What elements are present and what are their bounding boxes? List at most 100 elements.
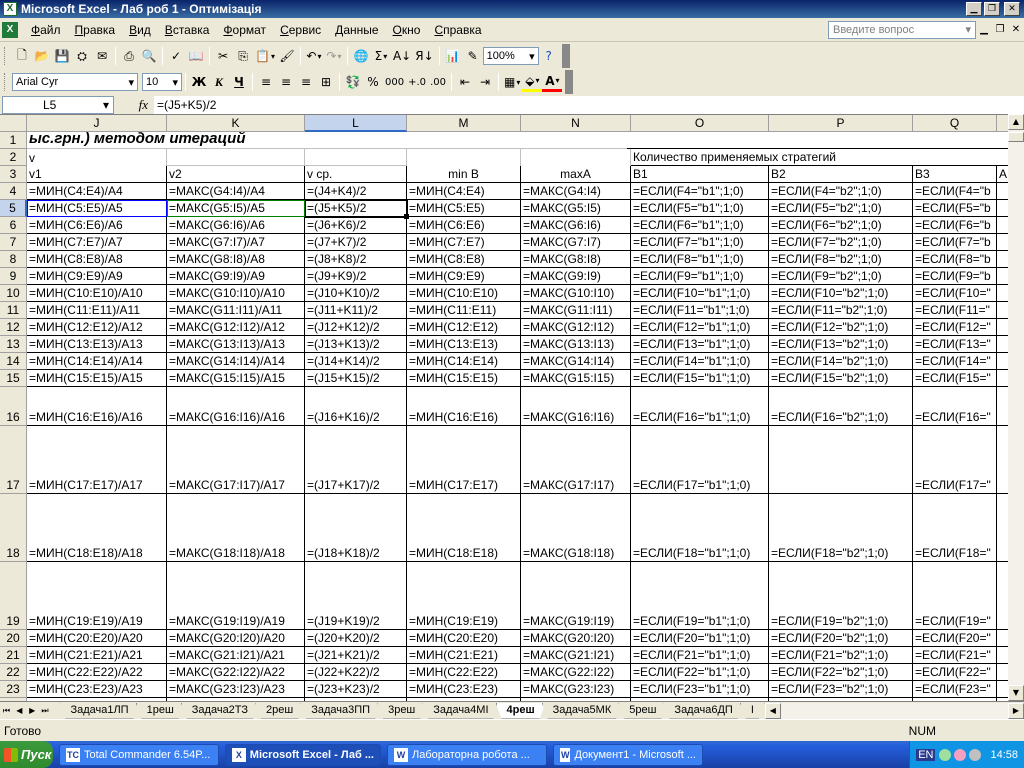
cell-o8[interactable]: =ЕСЛИ(F8="b1";1;0) [631, 251, 769, 268]
cell-p7[interactable]: =ЕСЛИ(F7="b2";1;0) [769, 234, 913, 251]
cell-r14[interactable] [997, 353, 1008, 370]
row-header[interactable]: 18 [0, 494, 27, 562]
open-icon[interactable]: 📂 [32, 46, 52, 66]
cell-j20[interactable]: =МИН(C20:E20)/A20 [27, 630, 167, 647]
close-button[interactable]: ✕ [1004, 2, 1020, 16]
copy-icon[interactable]: ⎘ [233, 46, 253, 66]
toolbar-grip[interactable] [4, 73, 8, 91]
column-header-j[interactable]: J [27, 115, 167, 132]
cell-n15[interactable]: =МАКС(G15:I15) [521, 370, 631, 387]
cell-n4[interactable]: =МАКС(G4:I4) [521, 183, 631, 200]
scroll-down-icon[interactable]: ▼ [1008, 685, 1024, 701]
help-icon[interactable]: ? [539, 46, 559, 66]
cell-r15[interactable] [997, 370, 1008, 387]
cell-j12[interactable]: =МИН(C12:E12)/A12 [27, 319, 167, 336]
column-header-p[interactable]: P [769, 115, 913, 132]
row-header[interactable]: 17 [0, 426, 27, 494]
format-painter-icon[interactable]: 🖌 [277, 46, 297, 66]
cell-l18[interactable]: =(J18+K18)/2 [305, 494, 407, 562]
cell-l19[interactable]: =(J19+K19)/2 [305, 562, 407, 630]
last-sheet-icon[interactable]: ⏭ [39, 706, 52, 716]
cell-p4[interactable]: =ЕСЛИ(F4="b2";1;0) [769, 183, 913, 200]
cell-q4[interactable]: =ЕСЛИ(F4="b [913, 183, 997, 200]
cell-k17[interactable]: =МАКС(G17:I17)/A17 [167, 426, 305, 494]
cell-o20[interactable]: =ЕСЛИ(F20="b1";1;0) [631, 630, 769, 647]
zoom-select[interactable]: 100% ▾ [482, 47, 539, 65]
cell-l5[interactable]: =(J5+K5)/2 [305, 200, 407, 217]
volume-icon[interactable] [969, 748, 982, 761]
cell-p5[interactable]: =ЕСЛИ(F5="b2";1;0) [769, 200, 913, 217]
row-header[interactable]: 2 [0, 149, 27, 166]
cell-j1[interactable]: ыс.грн.) методом итераций [27, 132, 627, 149]
cell-m16[interactable]: =МИН(C16:E16) [407, 387, 521, 426]
cell-n19[interactable]: =МАКС(G19:I19) [521, 562, 631, 630]
cell-k10[interactable]: =МАКС(G10:I10)/A10 [167, 285, 305, 302]
cell-k9[interactable]: =МАКС(G9:I9)/A9 [167, 268, 305, 285]
cell-q17[interactable]: =ЕСЛИ(F17=" [913, 426, 997, 494]
fill-handle[interactable] [404, 214, 409, 219]
cell-j22[interactable]: =МИН(C22:E22)/A22 [27, 664, 167, 681]
percent-button[interactable]: % [363, 72, 383, 92]
decrease-decimal-icon[interactable]: .00 [428, 72, 448, 92]
permission-icon[interactable]: ⛭ [72, 46, 92, 66]
cell-j2[interactable]: v [27, 149, 167, 166]
cell-r22[interactable] [997, 664, 1008, 681]
cell-n16[interactable]: =МАКС(G16:I16) [521, 387, 631, 426]
horizontal-scrollbar[interactable]: ◀ ▶ [764, 702, 1024, 719]
cell-m2[interactable] [407, 149, 521, 166]
currency-icon[interactable]: 💱 [343, 72, 363, 92]
underline-button[interactable]: Ч [229, 72, 249, 92]
row-header[interactable]: 12 [0, 319, 27, 336]
cell-p15[interactable]: =ЕСЛИ(F15="b2";1;0) [769, 370, 913, 387]
font-size-select[interactable]: 10 ▾ [142, 73, 182, 91]
cell-r13[interactable] [997, 336, 1008, 353]
align-left-icon[interactable]: ≡ [256, 72, 276, 92]
scroll-left-icon[interactable]: ◀ [764, 702, 781, 719]
cell-o4[interactable]: =ЕСЛИ(F4="b1";1;0) [631, 183, 769, 200]
prev-sheet-icon[interactable]: ◀ [13, 706, 26, 715]
tray-icon[interactable] [954, 748, 967, 761]
menu-view[interactable]: Вид [122, 20, 158, 40]
cell-l6[interactable]: =(J6+K6)/2 [305, 217, 407, 234]
cell-n20[interactable]: =МАКС(G20:I20) [521, 630, 631, 647]
taskbar-button[interactable]: TC Total Commander 6.54P... [59, 743, 219, 766]
cell-q11[interactable]: =ЕСЛИ(F11=" [913, 302, 997, 319]
cell-q14[interactable]: =ЕСЛИ(F14=" [913, 353, 997, 370]
cell-q23[interactable]: =ЕСЛИ(F23=" [913, 681, 997, 698]
row-header[interactable]: 14 [0, 353, 27, 370]
cell-p1[interactable] [769, 132, 913, 149]
cell-n3[interactable]: maxA [521, 166, 631, 183]
first-sheet-icon[interactable]: ⏮ [0, 706, 13, 716]
cell-r17[interactable] [997, 426, 1008, 494]
sort-descending-icon[interactable]: Я↓ [413, 46, 435, 66]
cell-r11[interactable] [997, 302, 1008, 319]
cell-m13[interactable]: =МИН(C13:E13) [407, 336, 521, 353]
menu-edit[interactable]: Правка [68, 20, 123, 40]
cell-r8[interactable] [997, 251, 1008, 268]
save-icon[interactable]: 💾 [52, 46, 72, 66]
sheet-tab[interactable]: Задача2ТЗ [181, 703, 259, 719]
cell-m10[interactable]: =МИН(C10:E10) [407, 285, 521, 302]
row-header[interactable]: 21 [0, 647, 27, 664]
language-indicator[interactable]: EN [916, 748, 936, 761]
chart-wizard-icon[interactable]: 📊 [443, 46, 463, 66]
row-header[interactable]: 10 [0, 285, 27, 302]
cell-r6[interactable] [997, 217, 1008, 234]
cell-p18[interactable]: =ЕСЛИ(F18="b2";1;0) [769, 494, 913, 562]
cell-o18[interactable]: =ЕСЛИ(F18="b1";1;0) [631, 494, 769, 562]
cell-k3[interactable]: v2 [167, 166, 305, 183]
cell-r9[interactable] [997, 268, 1008, 285]
cell-l8[interactable]: =(J8+K8)/2 [305, 251, 407, 268]
print-icon[interactable]: ⎙ [119, 46, 139, 66]
cell-k19[interactable]: =МАКС(G19:I19)/A19 [167, 562, 305, 630]
sheet-tab[interactable]: 3реш [377, 703, 426, 719]
row-header[interactable]: 20 [0, 630, 27, 647]
cell-m8[interactable]: =МИН(C8:E8) [407, 251, 521, 268]
sheet-tab[interactable]: Задача5МК [542, 703, 623, 719]
cell-j13[interactable]: =МИН(C13:E13)/A13 [27, 336, 167, 353]
align-right-icon[interactable]: ≡ [296, 72, 316, 92]
sort-ascending-icon[interactable]: A↓ [391, 46, 413, 66]
research-icon[interactable]: 📖 [186, 46, 206, 66]
cell-l2[interactable] [305, 149, 407, 166]
cell-o14[interactable]: =ЕСЛИ(F14="b1";1;0) [631, 353, 769, 370]
